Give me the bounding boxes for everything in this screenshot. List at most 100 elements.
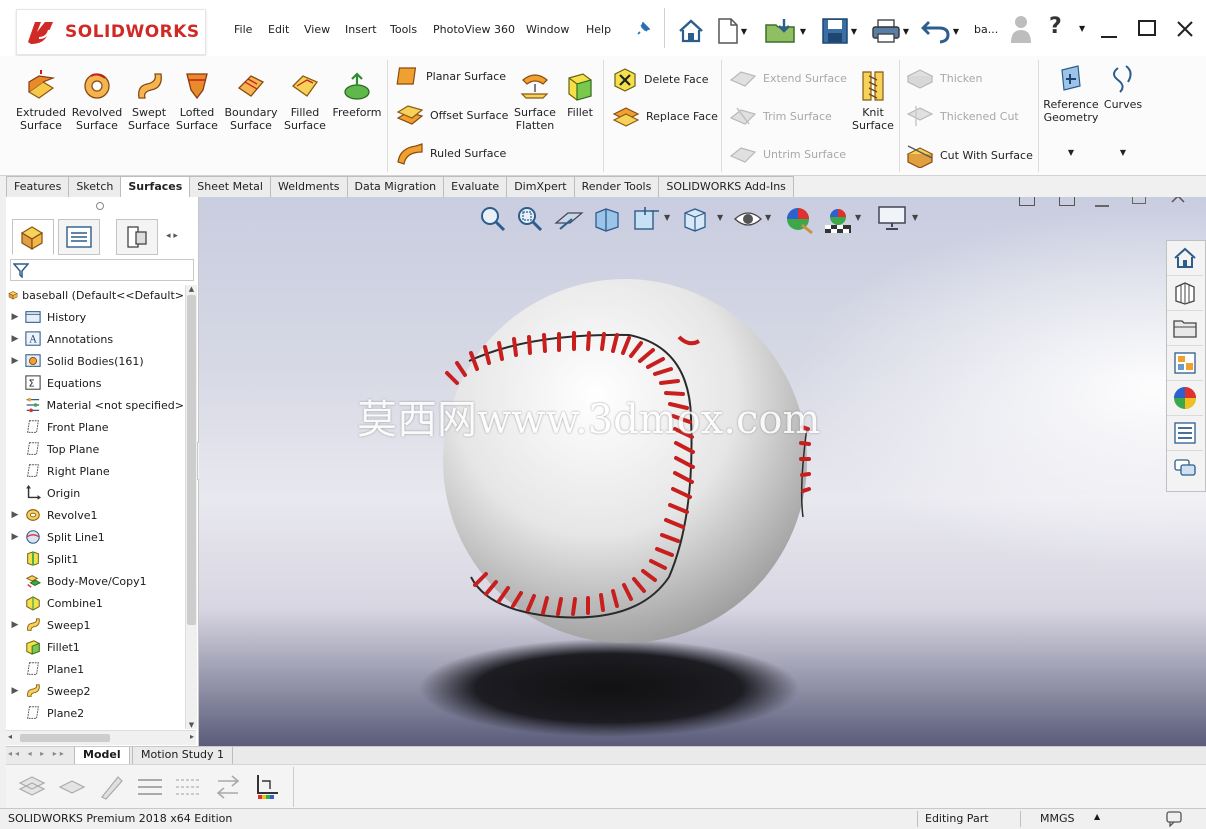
scroll-up-icon[interactable]: ▲ (186, 285, 197, 293)
tree-item-sweep2[interactable]: ▶ Sweep2 (6, 680, 184, 702)
scroll-thumb[interactable] (187, 295, 196, 625)
fillet-button[interactable]: Fillet (560, 70, 600, 119)
extend-surface-button[interactable]: Extend Surface (729, 66, 847, 90)
tab-surfaces[interactable]: Surfaces (121, 176, 191, 198)
chevron-down-icon[interactable]: ▼ (765, 213, 771, 222)
scroll-left-icon[interactable]: ◂ (8, 732, 12, 741)
chevron-down-icon[interactable]: ▼ (1101, 146, 1145, 159)
expand-arrow-icon[interactable]: ▶ (6, 356, 24, 366)
expand-arrow-icon[interactable]: ▶ (6, 334, 24, 344)
tree-item-equations[interactable]: Σ Equations (6, 372, 184, 394)
menu-view[interactable]: View (304, 23, 330, 36)
tab-sketch[interactable]: Sketch (69, 176, 122, 198)
tree-item-material-not-specified[interactable]: Material <not specified> (6, 394, 184, 416)
chevron-down-icon[interactable]: ▼ (664, 213, 670, 222)
minimize-icon[interactable] (1101, 36, 1117, 38)
graphics-viewport[interactable]: ▼ ▼ ▼ ▼ ▼ 莫西网www.3dmox.com (199, 197, 1206, 746)
previous-view-icon[interactable] (554, 205, 584, 233)
apply-scene-icon[interactable] (823, 205, 853, 235)
file-explorer-tab[interactable] (1167, 311, 1203, 346)
menu-window[interactable]: Window (526, 23, 569, 36)
panel-scroll-arrows[interactable]: ◂ ▸ (166, 231, 194, 251)
tile-right-icon[interactable] (1059, 197, 1075, 206)
tree-item-split1[interactable]: Split1 (6, 548, 184, 570)
chevron-down-icon[interactable]: ▼ (741, 27, 747, 36)
scroll-down-icon[interactable]: ▼ (186, 721, 197, 729)
display-style-icon[interactable] (733, 205, 763, 233)
baseball-model[interactable] (399, 277, 1079, 737)
help-icon[interactable]: ? (1049, 14, 1062, 39)
new-document-button[interactable]: ▼ (715, 14, 749, 48)
surface-flatten-button[interactable]: Surface Flatten (512, 70, 558, 132)
ruled-surface-button[interactable]: Ruled Surface (396, 140, 506, 166)
tree-item-history[interactable]: ▶ History (6, 306, 184, 328)
tab-feature-manager[interactable] (12, 219, 54, 255)
appearances-tab[interactable] (1167, 381, 1203, 416)
chevron-up-icon[interactable]: ▲ (1094, 812, 1100, 821)
tree-item-body-move-copy1[interactable]: Body-Move/Copy1 (6, 570, 184, 592)
tree-item-split-line1[interactable]: ▶ Split Line1 (6, 526, 184, 548)
tab-solidworks-addins[interactable]: SOLIDWORKS Add-Ins (659, 176, 794, 198)
view-settings-icon[interactable] (877, 205, 907, 231)
reference-geometry-button[interactable]: Reference Geometry ▼ (1041, 64, 1101, 159)
expand-arrow-icon[interactable]: ▶ (6, 686, 24, 696)
tab-data-migration[interactable]: Data Migration (347, 176, 445, 198)
menu-edit[interactable]: Edit (268, 23, 289, 36)
cut-with-surface-button[interactable]: Cut With Surface (906, 142, 1033, 168)
menu-file[interactable]: File (234, 23, 252, 36)
chevron-down-icon[interactable]: ▼ (717, 213, 723, 222)
tile-left-icon[interactable] (1019, 197, 1035, 206)
bottom-tab-scroll-arrows[interactable]: ◂◂ ◂ ▸ ▸▸ (8, 749, 67, 758)
lofted-surface-button[interactable]: Lofted Surface (172, 70, 222, 132)
doc-minimize-icon[interactable] (1095, 205, 1109, 207)
chevron-down-icon[interactable]: ▼ (855, 213, 861, 222)
maximize-icon[interactable] (1138, 20, 1156, 36)
tree-item-plane2[interactable]: Plane2 (6, 702, 184, 724)
forum-tab[interactable] (1167, 451, 1203, 485)
scroll-right-icon[interactable]: ▸ (190, 732, 194, 741)
tab-sheet-metal[interactable]: Sheet Metal (190, 176, 271, 198)
view-orientation-icon[interactable] (681, 205, 711, 233)
menu-tools[interactable]: Tools (390, 23, 417, 36)
zoom-to-area-icon[interactable] (516, 205, 544, 233)
chevron-down-icon[interactable]: ▼ (1079, 24, 1085, 33)
swap-direction-icon[interactable] (214, 773, 242, 801)
untrim-surface-button[interactable]: Untrim Surface (729, 142, 846, 166)
trim-surface-button[interactable]: Trim Surface (729, 104, 832, 128)
tree-item-solid-bodies-161[interactable]: ▶ Solid Bodies(161) (6, 350, 184, 372)
menu-insert[interactable]: Insert (345, 23, 377, 36)
open-button[interactable]: ▼ (760, 14, 810, 48)
expand-arrow-icon[interactable]: ▶ (6, 312, 24, 322)
planar-surface-button[interactable]: Planar Surface (396, 64, 506, 88)
menu-help[interactable]: Help (586, 23, 611, 36)
doc-close-icon[interactable] (1171, 197, 1185, 203)
sketch-tool-icon[interactable] (16, 773, 46, 801)
expand-arrow-icon[interactable]: ▶ (6, 620, 24, 630)
pin-icon[interactable] (636, 22, 650, 36)
chevron-down-icon[interactable]: ▼ (903, 27, 909, 36)
thicken-button[interactable]: Thicken (906, 66, 983, 90)
line-style-icon[interactable] (174, 775, 202, 799)
tree-root[interactable]: baseball (Default<<Default> (6, 284, 184, 306)
tree-scrollbar[interactable]: ▲ ▼ (185, 285, 197, 729)
tree-item-annotations[interactable]: ▶ A Annotations (6, 328, 184, 350)
chat-bubble-icon[interactable] (1166, 811, 1184, 827)
boundary-surface-button[interactable]: Boundary Surface (222, 70, 280, 132)
menu-photoview[interactable]: PhotoView 360 (433, 23, 515, 36)
dynamic-annotation-view-icon[interactable] (631, 205, 663, 233)
filled-surface-button[interactable]: Filled Surface (278, 70, 332, 132)
user-account-icon[interactable] (1010, 14, 1032, 44)
tab-render-tools[interactable]: Render Tools (574, 176, 660, 198)
expand-arrow-icon[interactable]: ▶ (6, 532, 24, 542)
offset-surface-button[interactable]: Offset Surface (396, 102, 508, 128)
zoom-to-fit-icon[interactable] (479, 205, 507, 233)
snap-grid-icon[interactable] (252, 771, 282, 801)
undo-button[interactable]: ▼ (916, 14, 964, 48)
tree-item-right-plane[interactable]: Right Plane (6, 460, 184, 482)
tree-item-origin[interactable]: Origin (6, 482, 184, 504)
tree-item-front-plane[interactable]: Front Plane (6, 416, 184, 438)
tree-hscrollbar[interactable]: ◂ ▸ (6, 730, 196, 745)
tab-weldments[interactable]: Weldments (270, 176, 348, 198)
curves-button[interactable]: Curves ▼ (1101, 64, 1145, 159)
chevron-down-icon[interactable]: ▼ (851, 27, 857, 36)
